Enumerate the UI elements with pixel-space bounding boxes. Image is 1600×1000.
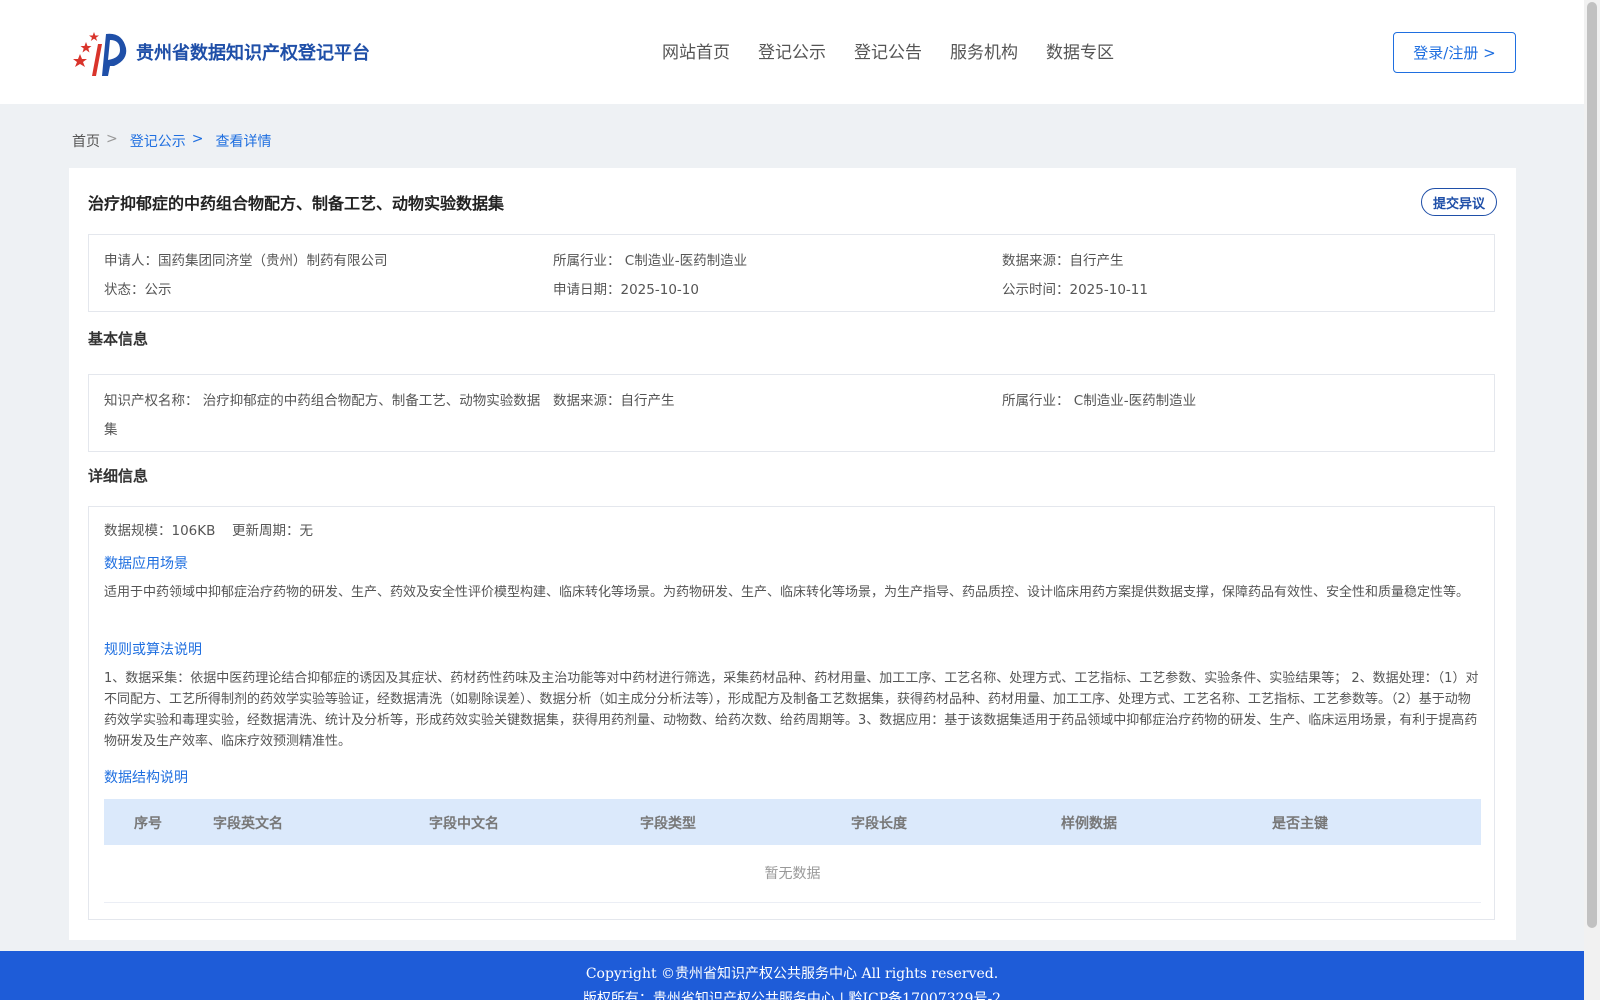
ip-name-field: 知识产权名称： 治疗抑郁症的中药组合物配方、制备工艺、动物实验数据 <box>104 389 540 409</box>
summary-panel: 申请人：国药集团同济堂（贵州）制药有限公司 所属行业： C制造业-医药制造业 数… <box>88 234 1495 312</box>
status-value: 公示 <box>144 282 172 298</box>
column-header-field-en: 字段英文名 <box>213 816 283 832</box>
applicant-field: 申请人：国药集团同济堂（贵州）制药有限公司 <box>104 249 388 269</box>
nav-item-data-zone[interactable]: 数据专区 <box>1046 38 1114 63</box>
rules-heading: 规则或算法说明 <box>104 642 202 658</box>
basic-industry-field: 所属行业： C制造业-医药制造业 <box>1002 389 1196 409</box>
nav-item-registration-announcement[interactable]: 登记公告 <box>854 38 922 63</box>
scenario-text: 适用于中药领域中抑郁症治疗药物的研发、生产、药效及安全性评价模型构建、临床转化等… <box>104 585 1470 600</box>
site-title: 贵州省数据知识产权登记平台 <box>136 43 370 64</box>
footer-copyright: Copyright ©贵州省知识产权公共服务中心 All rights rese… <box>585 966 999 982</box>
page-title: 治疗抑郁症的中药组合物配方、制备工艺、动物实验数据集 <box>88 194 505 213</box>
scenario-heading: 数据应用场景 <box>104 556 188 572</box>
nav-item-registration-publicity[interactable]: 登记公示 <box>758 38 826 63</box>
structure-table-header: 序号 字段英文名 字段中文名 字段类型 字段长度 样例数据 是否主键 <box>104 799 1481 845</box>
column-header-primary-key: 是否主键 <box>1272 816 1328 832</box>
column-header-field-type: 字段类型 <box>640 816 696 832</box>
update-cycle-label: 更新周期： <box>232 523 300 539</box>
logo-emblem-icon <box>72 26 128 78</box>
scrollbar-thumb[interactable] <box>1587 2 1597 928</box>
breadcrumb-home[interactable]: 首页 <box>72 131 100 151</box>
footer-icp[interactable]: 版权所有：贵州省知识产权公共服务中心 | 黔ICP备17007329号-2 <box>0 988 1584 1000</box>
scale-label: 数据规模： <box>104 523 172 539</box>
basic-info-panel: 知识产权名称： 治疗抑郁症的中药组合物配方、制备工艺、动物实验数据 集 数据来源… <box>88 374 1495 452</box>
column-header-field-cn: 字段中文名 <box>429 816 499 832</box>
breadcrumb-separator: > <box>191 131 204 147</box>
breadcrumb-item-details[interactable]: 查看详情 <box>215 131 271 151</box>
site-logo[interactable]: 贵州省数据知识产权登记平台 <box>72 26 370 78</box>
breadcrumb-separator: > <box>106 131 118 147</box>
basic-industry-value: C制造业-医药制造业 <box>1073 393 1197 409</box>
nav-item-home[interactable]: 网站首页 <box>662 38 730 63</box>
publish-date-value: 2025-10-11 <box>1069 282 1148 298</box>
site-header: 贵州省数据知识产权登记平台 网站首页 登记公示 登记公告 服务机构 数据专区 登… <box>0 0 1584 104</box>
source-label: 数据来源： <box>1002 253 1070 269</box>
applicant-value: 国药集团同济堂（贵州）制药有限公司 <box>158 253 388 269</box>
industry-field: 所属行业： C制造业-医药制造业 <box>553 249 747 269</box>
status-label: 状态： <box>104 282 145 298</box>
table-divider <box>104 902 1481 903</box>
applicant-label: 申请人： <box>104 253 158 269</box>
site-footer: Copyright ©贵州省知识产权公共服务中心 All rights rese… <box>0 951 1584 1000</box>
detail-info-heading: 详细信息 <box>88 467 149 485</box>
basic-info-heading: 基本信息 <box>88 330 149 348</box>
detail-card: 治疗抑郁症的中药组合物配方、制备工艺、动物实验数据集 提交异议 申请人：国药集团… <box>69 168 1516 940</box>
breadcrumb: 首页 > 登记公示 > 查看详情 <box>72 131 271 151</box>
update-cycle-field: 更新周期：无 <box>232 519 313 539</box>
ip-name-continuation: 集 <box>104 422 118 438</box>
publish-date-field: 公示时间：2025-10-11 <box>1002 278 1148 298</box>
industry-value: C制造业-医药制造业 <box>624 253 748 269</box>
basic-source-label: 数据来源： <box>553 393 621 409</box>
login-register-button[interactable]: 登录/注册 > <box>1393 32 1516 73</box>
scale-field: 数据规模：106KB <box>104 519 215 539</box>
status-field: 状态：公示 <box>104 278 172 298</box>
page-scrollbar[interactable] <box>1584 0 1600 1000</box>
ip-name-label: 知识产权名称： <box>104 393 199 409</box>
column-header-field-length: 字段长度 <box>851 816 907 832</box>
table-empty-state: 暂无数据 <box>764 866 821 882</box>
basic-industry-label: 所属行业： <box>1002 393 1070 409</box>
basic-source-field: 数据来源：自行产生 <box>553 389 675 409</box>
source-value: 自行产生 <box>1069 253 1124 269</box>
nav-item-service-agencies[interactable]: 服务机构 <box>950 38 1018 63</box>
ip-name-value: 治疗抑郁症的中药组合物配方、制备工艺、动物实验数据 <box>202 393 541 409</box>
main-nav: 网站首页 登记公示 登记公告 服务机构 数据专区 <box>662 38 1114 63</box>
apply-date-field: 申请日期：2025-10-10 <box>553 278 699 298</box>
detail-info-panel: 数据规模：106KB 更新周期：无 数据应用场景 适用于中药领域中抑郁症治疗药物… <box>88 506 1495 920</box>
industry-label: 所属行业： <box>553 253 621 269</box>
apply-date-value: 2025-10-10 <box>620 282 699 298</box>
column-header-index: 序号 <box>134 816 162 832</box>
source-field: 数据来源：自行产生 <box>1002 249 1124 269</box>
basic-source-value: 自行产生 <box>620 393 675 409</box>
structure-heading: 数据结构说明 <box>104 770 188 786</box>
publish-date-label: 公示时间： <box>1002 282 1070 298</box>
submit-objection-button[interactable]: 提交异议 <box>1421 188 1497 216</box>
update-cycle-value: 无 <box>299 523 314 539</box>
apply-date-label: 申请日期： <box>553 282 621 298</box>
scale-value: 106KB <box>171 523 216 539</box>
breadcrumb-item-publicity[interactable]: 登记公示 <box>130 131 186 151</box>
column-header-sample: 样例数据 <box>1061 816 1117 832</box>
rules-text: 1、数据采集：依据中医药理论结合抑郁症的诱因及其症状、药材药性药味及主治功能等对… <box>104 671 1479 749</box>
